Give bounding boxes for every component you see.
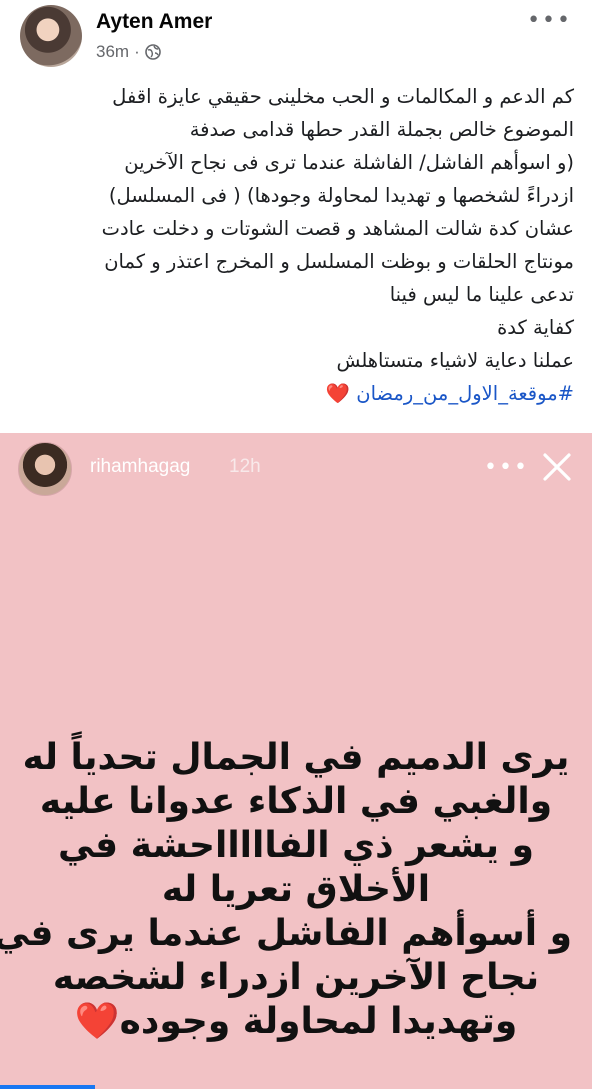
story-text-line: و أسوأهم الفاشل عندما يرى في [0,913,572,954]
story-text-line: الأخلاق تعريا له [161,869,431,910]
story-avatar [18,442,72,496]
post-text-line: تدعى علينا ما ليس فينا [389,283,574,306]
hashtag-link[interactable]: #موقعة_الاول_من_رمضان [356,382,574,405]
story-progress-indicator [0,1085,95,1089]
story-text: يرى الدميم في الجمال تحدياً له والغبي في… [0,736,572,1044]
post-time[interactable]: 36m [96,42,129,62]
story-text-line: و يشعر ذي الفاااااحشة في [58,825,534,866]
more-horizontal-icon[interactable]: ••• [527,8,572,33]
post-text: كم الدعم و المكالمات و الحب مخلينى حقيقي… [14,80,574,410]
post-text-line: كفاية كدة [497,316,574,339]
story-text-line-last: وتهديدا لمحاولة وجوده❤️ [20,1000,572,1044]
post-text-line: (و اسوأهم الفاشل/ الفاشلة عندما ترى فى ن… [124,151,574,174]
post-text-line: الموضوع خالص بجملة القدر حطها قدامى صدفة [189,118,574,141]
story-more-icon: ••• [484,455,529,480]
author-avatar[interactable] [20,5,82,67]
post-text-line: مونتاج الحلقات و بوظت المسلسل و المخرج ا… [104,250,574,273]
post-text-line: ازدراءً لشخصها و تهديدا لمحاولة وجودها) … [108,184,574,207]
hashtag-line: #موقعة_الاول_من_رمضان ❤️ [14,377,574,410]
story-text-line: وتهديدا لمحاولة وجوده [119,1001,518,1042]
story-username: rihamhagag [90,456,191,477]
post-header: Ayten Amer 36m · ••• [0,0,592,80]
close-icon [543,453,571,481]
story-text-line: نجاح الآخرين ازدراء لشخصه [52,957,540,998]
post-text-line: عشان كدة شالت المشاهد و قصت الشوتات و دخ… [101,217,574,240]
post-text-line: عملنا دعاية لاشياء متستاهلش [336,349,574,372]
heart-icon: ❤️ [74,1001,120,1042]
author-name[interactable]: Ayten Amer [96,10,212,34]
story-text-line: والغبي في الذكاء عدوانا عليه [39,781,553,822]
post-meta: 36m · [96,42,161,62]
meta-separator: · [134,42,140,61]
heart-icon: ❤️ [325,382,351,405]
post-text-line: كم الدعم و المكالمات و الحب مخلينى حقيقي… [112,85,574,108]
story-image: rihamhagag 12h ••• يرى الدميم في الجمال … [0,433,592,1089]
globe-icon[interactable] [144,44,161,60]
story-time: 12h [229,456,261,477]
story-text-line: يرى الدميم في الجمال تحدياً له [22,737,570,778]
